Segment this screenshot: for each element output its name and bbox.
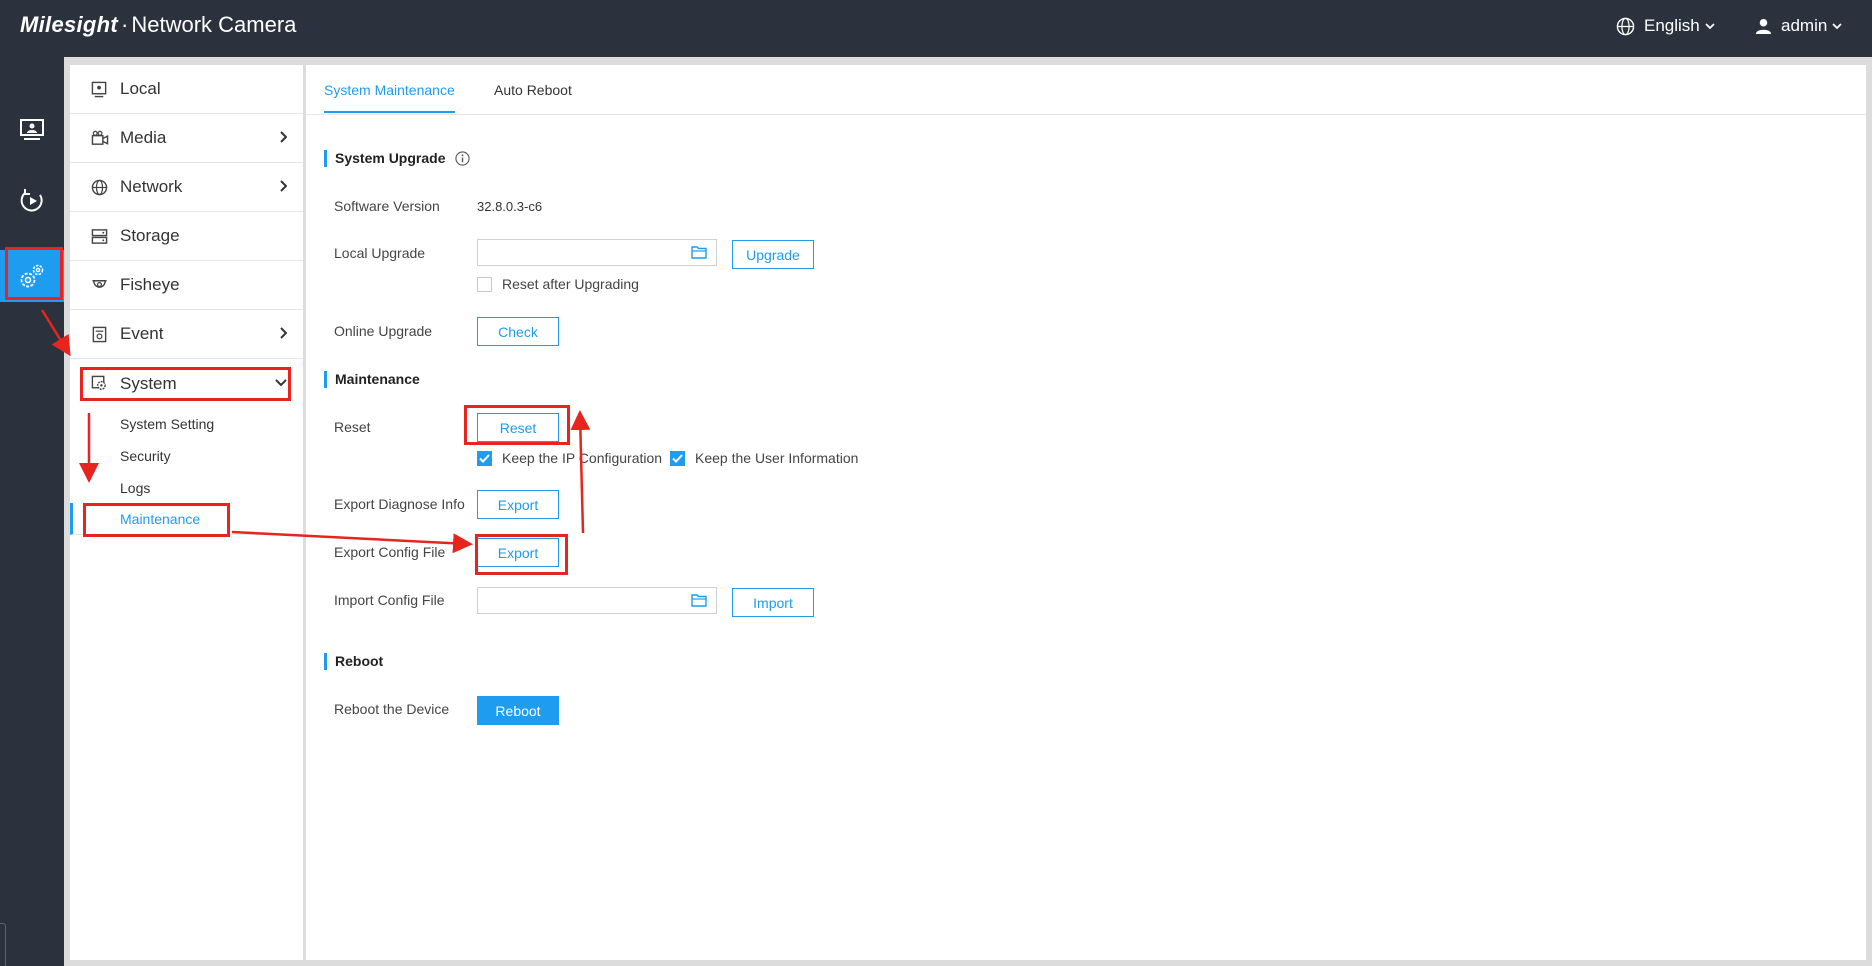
live-view-icon <box>20 119 44 140</box>
local-upgrade-label: Local Upgrade <box>334 245 426 261</box>
import-config-input[interactable] <box>478 588 678 613</box>
language-label: English <box>1644 16 1700 35</box>
checkmark-icon <box>672 453 683 463</box>
sidebar-item-label: Event <box>120 324 164 343</box>
rail-playback[interactable] <box>0 175 64 227</box>
reset-after-upgrading-label: Reset after Upgrading <box>502 276 639 292</box>
online-upgrade-label: Online Upgrade <box>334 323 433 339</box>
brand-separator: · <box>121 12 129 37</box>
upgrade-button[interactable]: Upgrade <box>732 240 814 269</box>
sidebar-subitem-security[interactable]: Security <box>70 440 303 472</box>
local-icon <box>91 81 107 98</box>
checkbox-box[interactable] <box>670 450 685 466</box>
user-menu[interactable]: admin <box>1755 16 1851 36</box>
system-icon <box>91 375 106 390</box>
chevron-down-icon <box>1832 22 1842 29</box>
local-upgrade-input[interactable] <box>478 240 678 265</box>
fisheye-icon <box>92 280 107 288</box>
software-version-value: 32.8.0.3-c6 <box>477 199 543 214</box>
chevron-right-icon <box>280 180 287 192</box>
user-label: admin <box>1781 16 1828 35</box>
sidebar-subitem-maintenance[interactable]: Maintenance <box>70 503 303 535</box>
section-reboot: Reboot <box>324 653 383 670</box>
rail-live-view[interactable] <box>0 104 64 156</box>
sidebar-subitem-label: Security <box>120 448 171 464</box>
sidebar-item-label: Network <box>120 177 183 196</box>
sidebar-item-label: Fisheye <box>120 275 180 294</box>
storage-icon <box>91 229 108 244</box>
keep-ip-checkbox[interactable]: Keep the IP Configuration <box>477 450 662 466</box>
export-config-label: Export Config File <box>334 544 446 560</box>
export-diagnose-button[interactable]: Export <box>477 490 559 519</box>
checkbox-box[interactable] <box>477 450 492 466</box>
sidebar-item-event[interactable]: Event <box>70 310 303 359</box>
section-system-upgrade: System Upgrade <box>324 150 471 167</box>
checkmark-icon <box>479 453 490 463</box>
import-config-file-field[interactable] <box>477 587 717 614</box>
export-config-button[interactable]: Export <box>477 538 559 567</box>
tab-system-maintenance[interactable]: System Maintenance <box>324 82 455 113</box>
reset-after-upgrading-checkbox[interactable]: Reset after Upgrading <box>477 276 639 292</box>
import-button[interactable]: Import <box>732 588 814 617</box>
reboot-label: Reboot the Device <box>334 701 450 717</box>
playback-icon <box>20 189 43 212</box>
sidebar-item-label: Media <box>120 128 167 147</box>
left-rail <box>0 57 64 966</box>
section-title: Reboot <box>335 653 384 669</box>
checkbox-box[interactable] <box>477 276 492 292</box>
sidebar-item-label: System <box>120 373 177 393</box>
local-upgrade-file-field[interactable] <box>477 239 717 266</box>
software-version-label: Software Version <box>334 198 440 214</box>
main-panel: System Maintenance Auto Reboot System Up… <box>306 65 1866 960</box>
keep-user-label: Keep the User Information <box>695 450 859 466</box>
event-icon <box>92 326 107 343</box>
sidebar-item-media[interactable]: Media <box>70 114 303 163</box>
globe-icon <box>1616 17 1635 35</box>
side-nav: Local Media Network Storage Fisheye Even… <box>70 65 303 960</box>
sidebar-item-local[interactable]: Local <box>70 65 303 114</box>
keep-ip-label: Keep the IP Configuration <box>502 450 663 466</box>
sidebar-subitem-system-setting[interactable]: System Setting <box>70 408 303 440</box>
sidebar-item-label: Storage <box>120 226 180 245</box>
sidebar-item-storage[interactable]: Storage <box>70 212 303 261</box>
check-button[interactable]: Check <box>477 317 559 346</box>
info-icon[interactable] <box>455 151 471 166</box>
tab-auto-reboot[interactable]: Auto Reboot <box>494 82 572 111</box>
sidebar-subitem-label: Logs <box>120 480 151 496</box>
chevron-down-icon <box>275 379 287 387</box>
section-title: Maintenance <box>335 371 420 387</box>
keep-user-checkbox[interactable]: Keep the User Information <box>670 450 858 466</box>
chevron-down-icon <box>1705 22 1715 29</box>
chevron-right-icon <box>280 327 287 339</box>
brand-logo: Milesight <box>20 12 119 37</box>
media-icon <box>91 130 109 145</box>
reboot-button[interactable]: Reboot <box>477 696 559 725</box>
section-title: System Upgrade <box>335 150 446 166</box>
settings-icon <box>20 264 44 288</box>
top-bar: Milesight · Network Camera English admin <box>0 0 1872 57</box>
reset-button[interactable]: Reset <box>477 413 559 442</box>
brand: Milesight · Network Camera <box>20 12 296 38</box>
tab-bar: System Maintenance Auto Reboot <box>306 65 1866 115</box>
import-config-label: Import Config File <box>334 592 445 608</box>
sidebar-subitem-label: System Setting <box>120 416 215 432</box>
folder-icon[interactable] <box>691 245 707 259</box>
reset-label: Reset <box>334 419 371 435</box>
sidebar-subitem-label: Maintenance <box>120 511 201 527</box>
rail-collapse-handle[interactable] <box>0 923 6 966</box>
sidebar-item-system[interactable]: System <box>70 359 303 408</box>
folder-icon[interactable] <box>691 593 707 607</box>
chevron-right-icon <box>280 131 287 143</box>
user-icon <box>1755 18 1772 34</box>
network-icon <box>91 179 108 196</box>
sidebar-item-label: Local <box>120 79 161 98</box>
sidebar-item-network[interactable]: Network <box>70 163 303 212</box>
export-diagnose-label: Export Diagnose Info <box>334 496 465 512</box>
sidebar-item-fisheye[interactable]: Fisheye <box>70 261 303 310</box>
section-maintenance: Maintenance <box>324 371 420 388</box>
language-selector[interactable]: English <box>1616 16 1724 36</box>
rail-settings[interactable] <box>0 250 64 302</box>
app-title: Network Camera <box>131 12 297 37</box>
sidebar-subitem-logs[interactable]: Logs <box>70 472 303 504</box>
